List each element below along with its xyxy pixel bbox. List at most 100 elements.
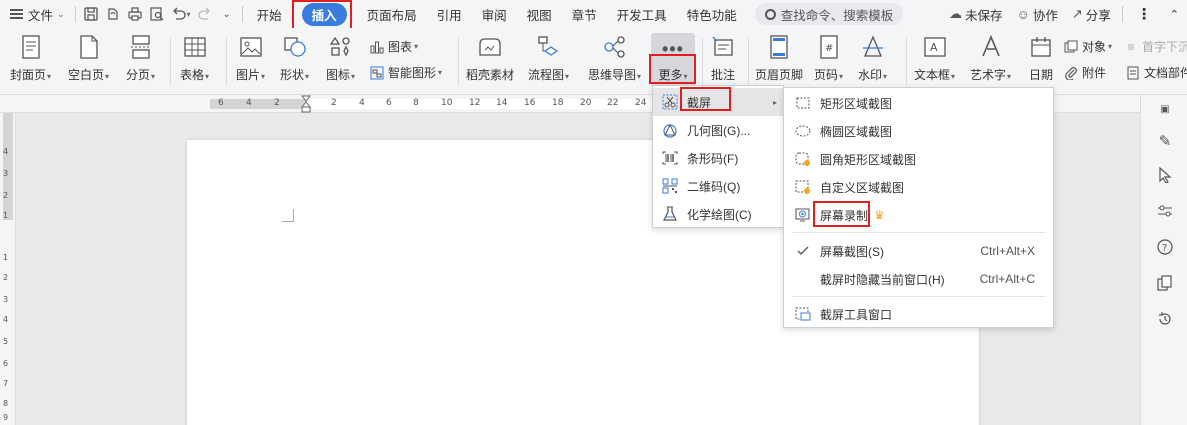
tab-insert[interactable]: 插入 bbox=[291, 0, 357, 32]
highlight-box bbox=[649, 54, 696, 84]
icon-button[interactable]: 图标▾ bbox=[326, 34, 355, 83]
edit-pencil-icon[interactable]: ✎ bbox=[1155, 131, 1175, 151]
indent-marker[interactable] bbox=[301, 95, 311, 113]
picture-button[interactable]: 图片▾ bbox=[236, 34, 265, 83]
print-icon[interactable] bbox=[124, 0, 146, 28]
save-icon[interactable] bbox=[80, 0, 102, 28]
menu-item-geometry[interactable]: 几何图(G)... bbox=[653, 116, 783, 144]
menu-item-screen-capture[interactable]: 屏幕截图(S) Ctrl+Alt+X bbox=[784, 237, 1053, 265]
menu-item-qrcode[interactable]: 二维码(Q) bbox=[653, 172, 783, 200]
watermark-button[interactable]: 水印▾ bbox=[858, 34, 887, 83]
screen-record-icon bbox=[794, 206, 812, 224]
dropcap-label: 首字下沉 bbox=[1142, 40, 1187, 54]
save-status-button[interactable]: ☁ 未保存 bbox=[942, 0, 1010, 28]
vruler-number: 1 bbox=[3, 211, 9, 220]
settings-sliders-icon[interactable] bbox=[1155, 201, 1175, 221]
menu-item-hide-window[interactable]: 截屏时隐藏当前窗口(H) Ctrl+Alt+C bbox=[784, 265, 1053, 293]
chart-icon bbox=[370, 40, 384, 54]
tab-review[interactable]: 审阅 bbox=[472, 0, 517, 28]
shape-button[interactable]: 形状▾ bbox=[280, 34, 309, 83]
picture-label: 图片 bbox=[236, 68, 261, 82]
calendar-icon bbox=[1028, 34, 1054, 60]
qrcode-icon bbox=[661, 177, 679, 195]
vruler-number: 4 bbox=[3, 147, 9, 156]
user-icon: ☺ bbox=[1016, 6, 1030, 22]
object-label: 对象 bbox=[1082, 40, 1107, 54]
help-icon[interactable]: ? bbox=[1155, 237, 1175, 257]
icons-library-icon bbox=[328, 34, 354, 60]
flowchart-button[interactable]: 流程图▾ bbox=[528, 34, 569, 83]
tab-home[interactable]: 开始 bbox=[247, 0, 292, 28]
history-icon[interactable] bbox=[1155, 309, 1175, 329]
dropcap-button[interactable]: ≡ 首字下沉 bbox=[1124, 38, 1187, 55]
tab-label: 视图 bbox=[526, 8, 552, 23]
vruler-number: 4 bbox=[3, 315, 9, 324]
select-cursor-icon[interactable] bbox=[1155, 165, 1175, 185]
material-icon bbox=[477, 34, 503, 60]
menu-bar: 文件 ⌄ ▾ ⌄ 开始 插入 页面布局 引用 审阅 视图 章节 开发工具 特色功… bbox=[0, 0, 1187, 32]
menu-item-rounded-capture[interactable]: 圆角矩形区域截图 bbox=[784, 145, 1053, 173]
wordart-button[interactable]: 艺术字▾ bbox=[970, 34, 1011, 83]
page-break-button[interactable]: 分页▾ bbox=[126, 34, 155, 83]
comment-button[interactable]: 批注 bbox=[710, 34, 736, 83]
customize-toolbar-icon[interactable]: ⌄ bbox=[216, 0, 238, 28]
hamburger-icon bbox=[10, 9, 23, 19]
margin-corner-mark bbox=[282, 209, 294, 222]
menu-item-ellipse-capture[interactable]: 椭圆区域截图 bbox=[784, 117, 1053, 145]
dropcap-icon: ≡ bbox=[1127, 39, 1135, 54]
duplicate-icon[interactable] bbox=[1155, 273, 1175, 293]
menu-item-label: 椭圆区域截图 bbox=[820, 124, 893, 139]
date-button[interactable]: 日期 bbox=[1028, 34, 1054, 83]
menu-item-custom-capture[interactable]: 自定义区域截图 bbox=[784, 173, 1053, 201]
menu-item-rect-capture[interactable]: 矩形区域截图 bbox=[784, 89, 1053, 117]
blank-page-button[interactable]: 空白页▾ bbox=[68, 34, 109, 83]
textbox-button[interactable]: A 文本框▾ bbox=[914, 34, 955, 83]
collab-button[interactable]: ☺ 协作 bbox=[1010, 0, 1065, 28]
menu-item-barcode[interactable]: 条形码(F) bbox=[653, 144, 783, 172]
collapse-ribbon-icon[interactable]: ⌃ bbox=[1162, 0, 1187, 28]
share-button[interactable]: ↗ 分享 bbox=[1065, 0, 1118, 28]
print-preview-icon[interactable] bbox=[146, 0, 168, 28]
file-menu[interactable]: 文件 ⌄ bbox=[0, 0, 71, 28]
more-options-icon[interactable]: ⋮ bbox=[1127, 0, 1162, 28]
chart-button[interactable]: 图表 ▾ bbox=[370, 38, 418, 55]
export-pdf-icon[interactable] bbox=[102, 0, 124, 28]
divider bbox=[170, 38, 171, 86]
cover-page-button[interactable]: 封面页▾ bbox=[10, 34, 51, 83]
mindmap-button[interactable]: 思维导图▾ bbox=[588, 34, 641, 83]
menu-item-tool-window[interactable]: 截屏工具窗口 bbox=[784, 300, 1053, 328]
menu-item-label: 屏幕截图(S) bbox=[820, 244, 884, 259]
menu-item-label: 截屏时隐藏当前窗口(H) bbox=[820, 272, 945, 287]
panel-collapse-icon[interactable]: ▣ bbox=[1155, 99, 1175, 119]
header-footer-icon bbox=[766, 34, 792, 60]
table-button[interactable]: 表格▾ bbox=[180, 34, 209, 83]
smartart-icon bbox=[370, 66, 384, 80]
tab-developer[interactable]: 开发工具 bbox=[607, 0, 677, 28]
ruler-number: 4 bbox=[359, 98, 365, 108]
tab-page-layout[interactable]: 页面布局 bbox=[357, 0, 427, 28]
wordart-icon bbox=[978, 34, 1004, 60]
tab-references[interactable]: 引用 bbox=[427, 0, 472, 28]
checkmark-icon bbox=[794, 242, 812, 260]
attachment-button[interactable]: 附件 bbox=[1064, 64, 1106, 81]
ribbon: 封面页▾ 空白页▾ 分页▾ 表格▾ 图片▾ 形状▾ 图标▾ 图表 ▾ 智能图形 ▾ … bbox=[0, 28, 1187, 95]
attachment-label: 附件 bbox=[1082, 66, 1107, 80]
tab-view[interactable]: 视图 bbox=[517, 0, 562, 28]
flowchart-label: 流程图 bbox=[528, 68, 565, 82]
vruler-number: 3 bbox=[3, 295, 9, 304]
header-footer-button[interactable]: 页眉页脚 bbox=[755, 34, 803, 83]
material-button[interactable]: 稻壳素材 bbox=[466, 34, 514, 83]
docpart-button[interactable]: 文档部件 bbox=[1126, 64, 1187, 81]
redo-icon[interactable] bbox=[194, 0, 216, 28]
smartart-button[interactable]: 智能图形 ▾ bbox=[370, 64, 442, 81]
menu-item-chemistry[interactable]: 化学绘图(C) bbox=[653, 200, 783, 228]
ruler-number: 8 bbox=[413, 98, 419, 108]
tab-features[interactable]: 特色功能 bbox=[677, 0, 747, 28]
tab-section[interactable]: 章节 bbox=[562, 0, 607, 28]
object-button[interactable]: 对象 ▾ bbox=[1064, 38, 1112, 55]
undo-icon[interactable]: ▾ bbox=[168, 0, 194, 28]
page-number-button[interactable]: # 页码▾ bbox=[814, 34, 843, 83]
search-input[interactable]: 查找命令、搜索模板 bbox=[754, 3, 904, 25]
search-placeholder: 查找命令、搜索模板 bbox=[780, 8, 894, 23]
shape-label: 形状 bbox=[280, 68, 305, 82]
